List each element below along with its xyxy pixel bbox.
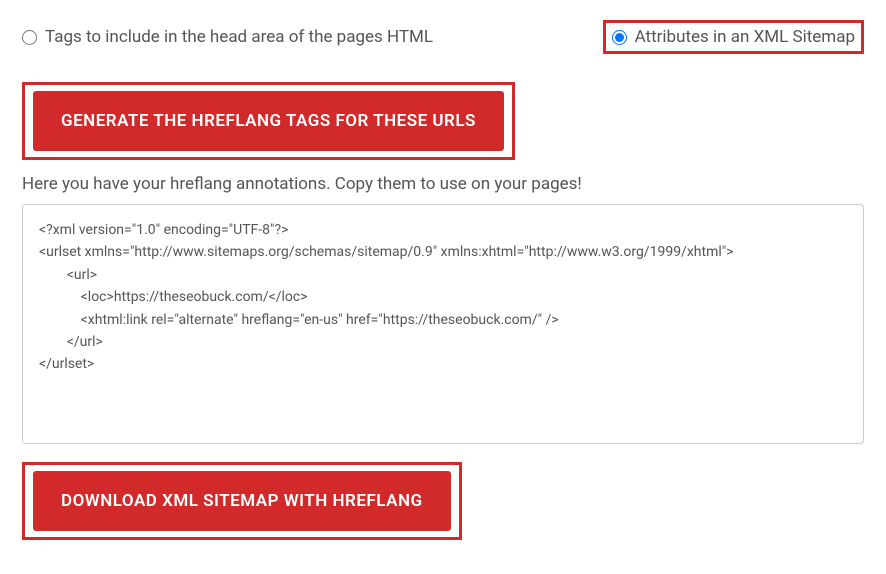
generate-button[interactable]: GENERATE THE HREFLANG TAGS FOR THESE URL… [33, 91, 504, 151]
radio-head-tags[interactable] [22, 30, 37, 45]
highlight-xml-option: Attributes in an XML Sitemap [603, 20, 864, 54]
hreflang-output-box[interactable]: <?xml version="1.0" encoding="UTF-8"?> <… [22, 204, 864, 444]
radio-option-xml-sitemap[interactable]: Attributes in an XML Sitemap [612, 27, 855, 47]
radio-option-head-tags[interactable]: Tags to include in the head area of the … [22, 27, 433, 47]
radio-label-head-tags: Tags to include in the head area of the … [45, 27, 433, 47]
radio-xml-sitemap[interactable] [612, 30, 627, 45]
output-type-radio-group: Tags to include in the head area of the … [22, 20, 864, 54]
download-button[interactable]: DOWNLOAD XML SITEMAP WITH HREFLANG [33, 471, 451, 531]
radio-label-xml-sitemap: Attributes in an XML Sitemap [635, 27, 855, 47]
highlight-download-button: DOWNLOAD XML SITEMAP WITH HREFLANG [22, 462, 462, 540]
instruction-text: Here you have your hreflang annotations.… [22, 174, 864, 194]
highlight-generate-button: GENERATE THE HREFLANG TAGS FOR THESE URL… [22, 82, 515, 160]
